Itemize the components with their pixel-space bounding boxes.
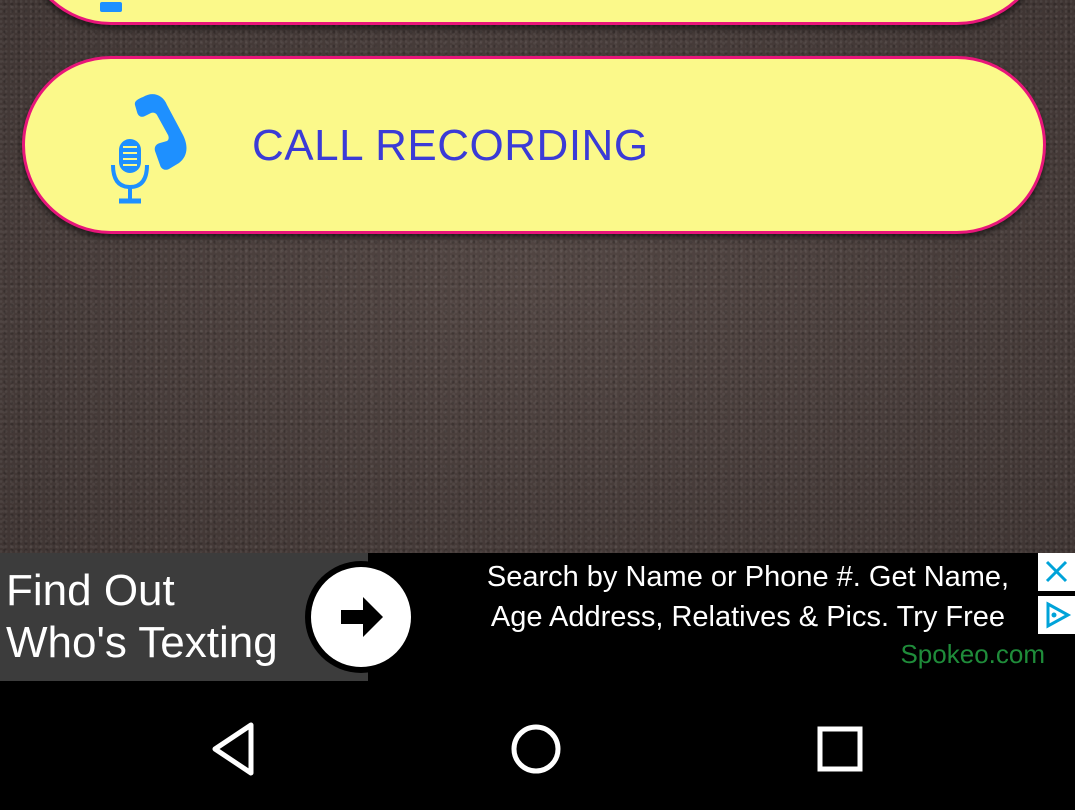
menu-button-top-partial[interactable] (22, 0, 1046, 25)
ad-body-line1: Search by Name or Phone #. Get Name, (486, 561, 1010, 593)
partial-icon (100, 2, 122, 12)
ad-banner[interactable]: Find Out Who's Texting Search by Name or… (0, 553, 1075, 681)
call-recording-label: CALL RECORDING (252, 121, 649, 170)
app-content: CALL RECORDING (0, 0, 1075, 553)
system-navigation-bar (0, 681, 1075, 810)
ad-arrow-button[interactable] (305, 561, 417, 673)
ad-close-button[interactable] (1038, 553, 1075, 591)
ad-arrow-circle (311, 567, 411, 667)
back-triangle-icon[interactable] (205, 719, 265, 779)
call-recording-button[interactable]: CALL RECORDING (22, 56, 1046, 234)
close-icon (1045, 560, 1068, 583)
recent-apps-square-icon[interactable] (810, 719, 870, 779)
ad-body[interactable]: Search by Name or Phone #. Get Name, Age… (448, 557, 1048, 637)
ad-headline-line1: Find Out (6, 566, 175, 615)
microphone-phone-icon (111, 94, 187, 204)
adchoices-icon (1046, 601, 1072, 629)
ad-body-line2: Age Address, Relatives & Pics. Try Free (490, 601, 1006, 633)
arrow-right-icon (341, 597, 383, 637)
ad-headline-line2: Who's Texting (6, 618, 278, 667)
home-circle-icon[interactable] (506, 719, 566, 779)
ad-headline: Find Out Who's Texting (6, 565, 278, 669)
adchoices-button[interactable] (1038, 596, 1075, 634)
ad-domain[interactable]: Spokeo.com (900, 639, 1045, 670)
